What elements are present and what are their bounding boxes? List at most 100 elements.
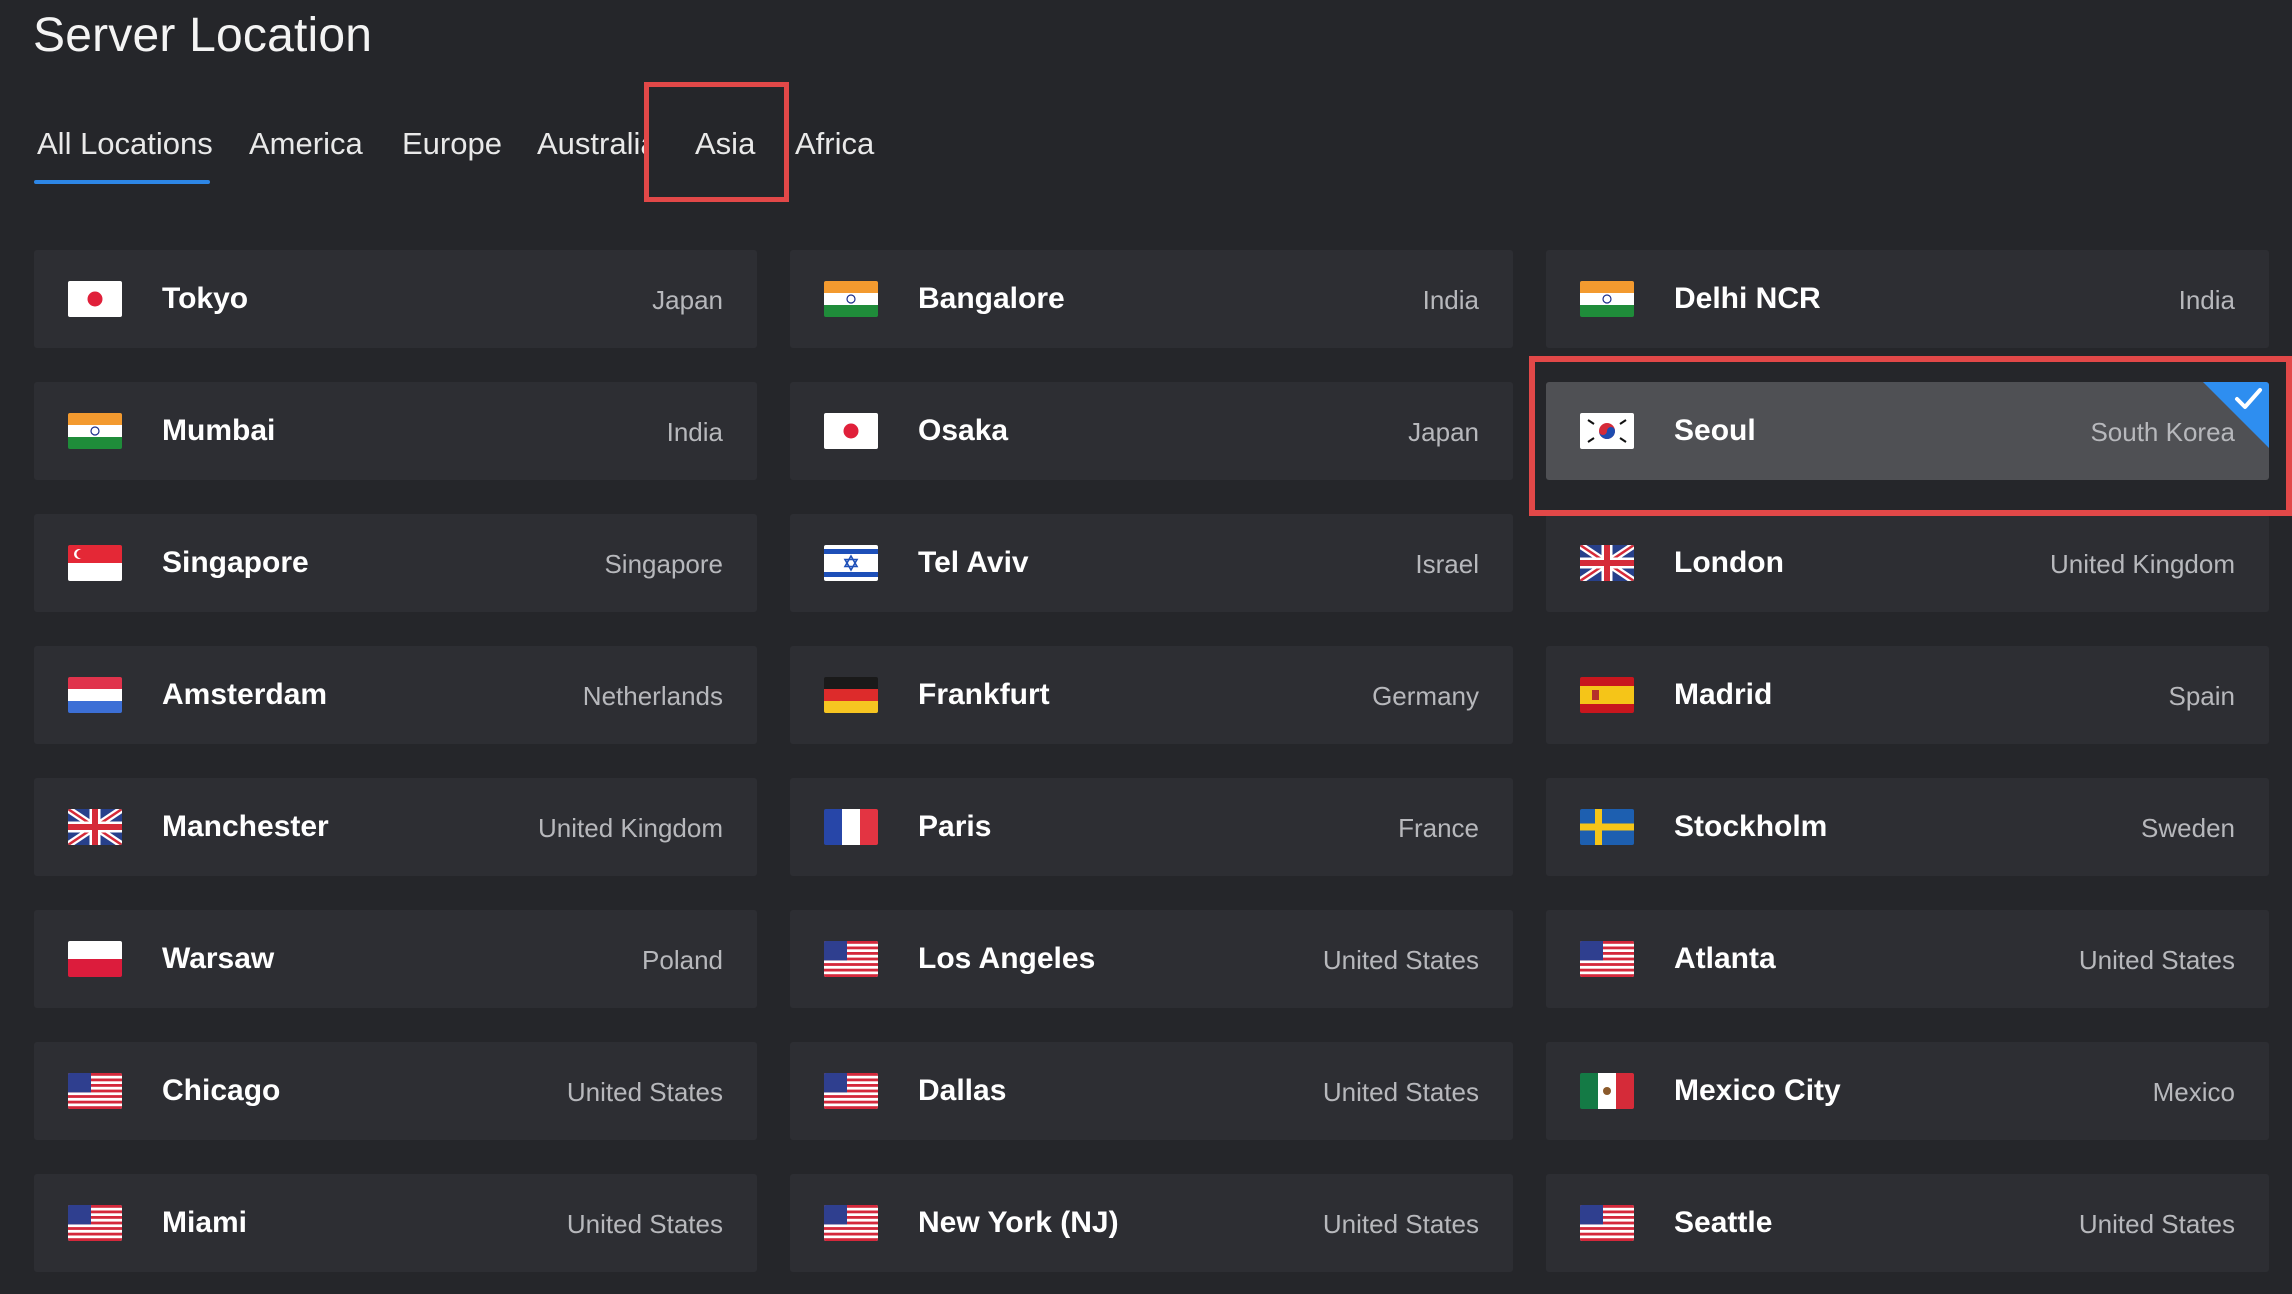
location-card[interactable]: Seoul South Korea — [1546, 382, 2269, 480]
location-card[interactable]: Chicago United States — [34, 1042, 757, 1140]
location-country: United Kingdom — [538, 813, 723, 843]
singapore-flag-icon — [68, 545, 122, 581]
usa-flag-icon — [1580, 1205, 1634, 1241]
location-country: United States — [1322, 1209, 1479, 1239]
location-city: Seoul — [1674, 414, 1756, 447]
location-city: New York (NJ) — [918, 1206, 1119, 1239]
tab-africa[interactable]: Africa — [795, 126, 874, 162]
location-card[interactable]: Frankfurt Germany — [790, 646, 1513, 744]
uk-flag-icon — [68, 809, 122, 845]
location-card[interactable]: Bangalore India — [790, 250, 1513, 348]
location-card[interactable]: Mexico City Mexico — [1546, 1042, 2269, 1140]
location-country: Sweden — [2141, 813, 2235, 843]
location-card[interactable]: Dallas United States — [790, 1042, 1513, 1140]
location-country: India — [2178, 285, 2235, 315]
usa-flag-icon — [1580, 941, 1634, 977]
location-country: Japan — [1408, 417, 1479, 447]
mexico-flag-icon — [1580, 1073, 1634, 1109]
tab-australia[interactable]: Australia — [537, 126, 647, 162]
region-tabs: All Locations America Europe Australia A… — [0, 118, 1000, 198]
location-country: Mexico — [2152, 1077, 2235, 1107]
location-country: Poland — [642, 945, 723, 975]
location-country: United Kingdom — [2050, 549, 2235, 579]
location-card[interactable]: London United Kingdom — [1546, 514, 2269, 612]
location-city: Mumbai — [162, 414, 276, 447]
sweden-flag-icon — [1580, 809, 1634, 845]
japan-flag-icon — [824, 413, 878, 449]
location-country: United States — [1322, 1077, 1479, 1107]
location-card[interactable]: Stockholm Sweden — [1546, 778, 2269, 876]
tab-america[interactable]: America — [249, 126, 363, 162]
location-city: Osaka — [918, 414, 1009, 447]
location-city: Seattle — [1674, 1206, 1773, 1239]
location-card[interactable]: Seattle United States — [1546, 1174, 2269, 1272]
location-card[interactable]: Osaka Japan — [790, 382, 1513, 480]
spain-flag-icon — [1580, 677, 1634, 713]
location-country: India — [1422, 285, 1479, 315]
usa-flag-icon — [824, 1205, 878, 1241]
location-card[interactable]: Miami United States — [34, 1174, 757, 1272]
location-city: Amsterdam — [162, 678, 328, 711]
location-card[interactable]: Madrid Spain — [1546, 646, 2269, 744]
location-country: Spain — [2168, 681, 2236, 711]
india-flag-icon — [68, 413, 122, 449]
checkmark-icon — [2231, 384, 2265, 414]
india-flag-icon — [1580, 281, 1634, 317]
location-city: Tokyo — [162, 282, 249, 315]
location-city: Atlanta — [1674, 942, 1776, 975]
location-card[interactable]: Manchester United Kingdom — [34, 778, 757, 876]
location-city: Bangalore — [918, 282, 1065, 315]
location-card[interactable]: Amsterdam Netherlands — [34, 646, 757, 744]
netherlands-flag-icon — [68, 677, 122, 713]
location-card[interactable]: Mumbai India — [34, 382, 757, 480]
tab-asia[interactable]: Asia — [695, 126, 755, 162]
israel-flag-icon — [824, 545, 878, 581]
usa-flag-icon — [824, 941, 878, 977]
location-city: Singapore — [162, 546, 309, 579]
location-card[interactable]: Tel Aviv Israel — [790, 514, 1513, 612]
germany-flag-icon — [824, 677, 878, 713]
location-city: Stockholm — [1674, 810, 1828, 843]
location-country: United States — [566, 1209, 723, 1239]
location-country: Japan — [652, 285, 723, 315]
india-flag-icon — [824, 281, 878, 317]
location-city: Manchester — [162, 810, 329, 843]
location-card[interactable]: Tokyo Japan — [34, 250, 757, 348]
location-city: Delhi NCR — [1674, 282, 1821, 315]
tab-all-locations[interactable]: All Locations — [37, 126, 213, 162]
page-title: Server Location — [33, 9, 373, 62]
location-city: Paris — [918, 810, 992, 843]
location-card[interactable]: Singapore Singapore — [34, 514, 757, 612]
usa-flag-icon — [68, 1073, 122, 1109]
location-city: Frankfurt — [918, 678, 1050, 711]
location-card[interactable]: Delhi NCR India — [1546, 250, 2269, 348]
location-city: Tel Aviv — [918, 546, 1029, 579]
location-city: Dallas — [918, 1074, 1007, 1107]
location-card[interactable]: Los Angeles United States — [790, 910, 1513, 1008]
tab-europe[interactable]: Europe — [402, 126, 502, 162]
usa-flag-icon — [824, 1073, 878, 1109]
japan-flag-icon — [68, 281, 122, 317]
location-card[interactable]: Paris France — [790, 778, 1513, 876]
location-country: Israel — [1415, 549, 1479, 579]
poland-flag-icon — [68, 941, 122, 977]
location-card[interactable]: Atlanta United States — [1546, 910, 2269, 1008]
south-korea-flag-icon — [1580, 413, 1634, 449]
location-country: United States — [566, 1077, 723, 1107]
location-country: Singapore — [604, 549, 723, 579]
uk-flag-icon — [1580, 545, 1634, 581]
location-country: Netherlands — [582, 681, 723, 711]
location-country: Germany — [1372, 681, 1479, 711]
location-country: India — [666, 417, 723, 447]
location-country: United States — [2078, 1209, 2235, 1239]
active-tab-indicator — [34, 180, 210, 184]
location-country: France — [1398, 813, 1479, 843]
location-city: Chicago — [162, 1074, 281, 1107]
location-card[interactable]: New York (NJ) United States — [790, 1174, 1513, 1272]
location-city: Miami — [162, 1206, 248, 1239]
location-card[interactable]: Warsaw Poland — [34, 910, 757, 1008]
location-country: United States — [2078, 945, 2235, 975]
location-city: Mexico City — [1674, 1074, 1841, 1107]
france-flag-icon — [824, 809, 878, 845]
location-city: London — [1674, 546, 1784, 579]
